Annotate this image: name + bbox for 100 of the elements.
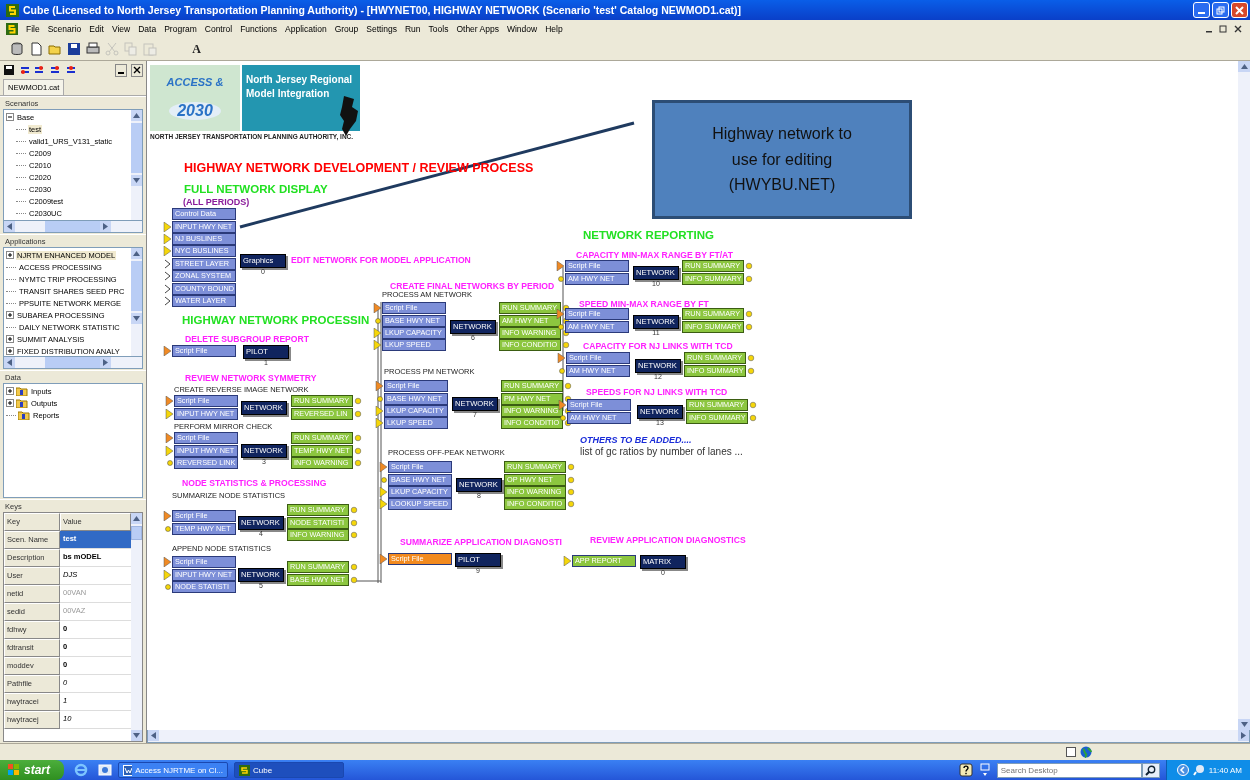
input-arrow-icon[interactable] [165, 433, 173, 444]
vertical-scrollbar[interactable] [131, 110, 142, 220]
scroll-left-icon[interactable] [151, 732, 156, 739]
horizontal-scrollbar[interactable] [3, 221, 143, 233]
scroll-right-icon[interactable] [103, 223, 108, 230]
menu-item[interactable]: Program [164, 24, 197, 34]
scroll-up-icon[interactable] [133, 251, 140, 256]
minimize-button[interactable] [115, 63, 127, 77]
menu-item[interactable]: Application [285, 24, 327, 34]
input-arrow-icon[interactable] [163, 233, 171, 244]
input-arrow-icon[interactable] [165, 445, 173, 456]
input-arrow-icon[interactable] [163, 346, 171, 357]
input-arrow-icon[interactable] [165, 408, 173, 419]
input-arrow-icon[interactable] [379, 554, 387, 565]
expand-icon[interactable] [6, 347, 14, 355]
input-port-icon[interactable] [556, 273, 564, 284]
input-arrow-icon[interactable] [163, 221, 171, 232]
input-arrow-icon[interactable] [163, 557, 171, 568]
taskbar-button[interactable]: Access NJRTME on Cl... [118, 762, 228, 778]
input-chevron-icon[interactable] [163, 271, 171, 282]
input-arrow-icon[interactable] [557, 353, 565, 364]
save-icon[interactable] [65, 40, 82, 58]
menu-item[interactable]: View [111, 24, 131, 34]
vertical-scrollbar[interactable] [131, 513, 142, 741]
search-field[interactable]: Search Desktop [996, 762, 1142, 778]
expand-icon[interactable] [6, 387, 14, 395]
scroll-down-icon[interactable] [133, 316, 140, 321]
menu-item[interactable]: Group [334, 24, 359, 34]
input-chevron-icon[interactable] [163, 283, 171, 294]
horizontal-scrollbar[interactable] [147, 730, 1250, 743]
taskbar-button[interactable]: Cube [234, 762, 344, 778]
scroll-up-icon[interactable] [133, 516, 140, 521]
menu-item[interactable]: Edit [89, 24, 104, 34]
start-button[interactable]: start [0, 760, 64, 780]
input-arrow-icon[interactable] [373, 303, 381, 314]
menu-item[interactable]: Settings [366, 24, 397, 34]
input-arrow-icon[interactable] [163, 246, 171, 257]
desktop-icon[interactable] [98, 763, 112, 777]
input-port-icon[interactable] [373, 315, 381, 326]
input-arrow-icon[interactable] [373, 340, 381, 351]
menu-item[interactable]: Tools [428, 24, 449, 34]
expand-icon[interactable] [6, 399, 14, 407]
input-arrow-icon[interactable] [379, 486, 387, 497]
menu-item[interactable]: Other Apps [456, 24, 499, 34]
menu-item[interactable]: Control [204, 24, 233, 34]
input-arrow-icon[interactable] [558, 400, 566, 411]
menu-item[interactable]: Help [545, 24, 563, 34]
menu-item[interactable]: Scenario [47, 24, 82, 34]
input-arrow-icon[interactable] [373, 327, 381, 338]
scroll-up-icon[interactable] [1240, 64, 1248, 69]
browser-icon[interactable] [74, 763, 88, 777]
input-port-icon[interactable] [163, 523, 171, 534]
input-port-icon[interactable] [165, 457, 173, 468]
input-arrow-icon[interactable] [375, 418, 383, 429]
input-arrow-icon[interactable] [556, 261, 564, 272]
scroll-right-icon[interactable] [1241, 732, 1246, 739]
menu-item[interactable]: Functions [240, 24, 278, 34]
database-icon[interactable] [8, 40, 25, 58]
input-arrow-icon[interactable] [556, 309, 564, 320]
scroll-up-icon[interactable] [133, 113, 140, 118]
horizontal-scrollbar[interactable] [3, 357, 143, 369]
font-button[interactable]: A [188, 40, 205, 58]
collapse-icon[interactable] [6, 113, 14, 121]
scroll-left-icon[interactable] [7, 223, 12, 230]
vertical-scrollbar[interactable] [1238, 61, 1250, 730]
tray-icon[interactable] [1192, 764, 1205, 776]
menu-item[interactable]: Run [404, 24, 421, 34]
input-arrow-icon[interactable] [375, 381, 383, 392]
app-icon[interactable] [6, 23, 18, 35]
scrollbar-thumb[interactable] [131, 526, 142, 540]
input-chevron-icon[interactable] [163, 295, 171, 306]
checkbox[interactable] [1066, 747, 1076, 757]
scroll-right-icon[interactable] [103, 359, 108, 366]
input-port-icon[interactable] [558, 412, 566, 423]
close-button[interactable] [131, 63, 143, 77]
document-window-controls-icon[interactable] [1204, 24, 1244, 34]
menu-item[interactable]: Data [138, 24, 157, 34]
input-port-icon[interactable] [163, 581, 171, 592]
input-arrow-icon[interactable] [165, 396, 173, 407]
vertical-scrollbar[interactable] [131, 248, 142, 356]
expand-icon[interactable] [6, 335, 14, 343]
input-arrow-icon[interactable] [163, 569, 171, 580]
scroll-left-icon[interactable] [7, 359, 12, 366]
menu-item[interactable]: Window [506, 24, 538, 34]
input-port-icon[interactable] [556, 321, 564, 332]
input-port-icon[interactable] [557, 365, 565, 376]
search-button[interactable] [1141, 762, 1160, 778]
expand-icon[interactable] [6, 251, 14, 259]
restore-button[interactable] [1212, 2, 1229, 18]
scroll-down-icon[interactable] [1240, 722, 1248, 727]
input-chevron-icon[interactable] [163, 258, 171, 269]
input-arrow-icon[interactable] [563, 556, 571, 567]
tray-icon[interactable] [978, 763, 991, 777]
save-icon[interactable] [3, 64, 15, 76]
menu-item[interactable]: File [26, 24, 40, 34]
scroll-down-icon[interactable] [133, 733, 140, 738]
help-icon[interactable] [958, 763, 973, 777]
input-arrow-icon[interactable] [379, 499, 387, 510]
input-port-icon[interactable] [379, 474, 387, 485]
input-port-icon[interactable] [375, 393, 383, 404]
